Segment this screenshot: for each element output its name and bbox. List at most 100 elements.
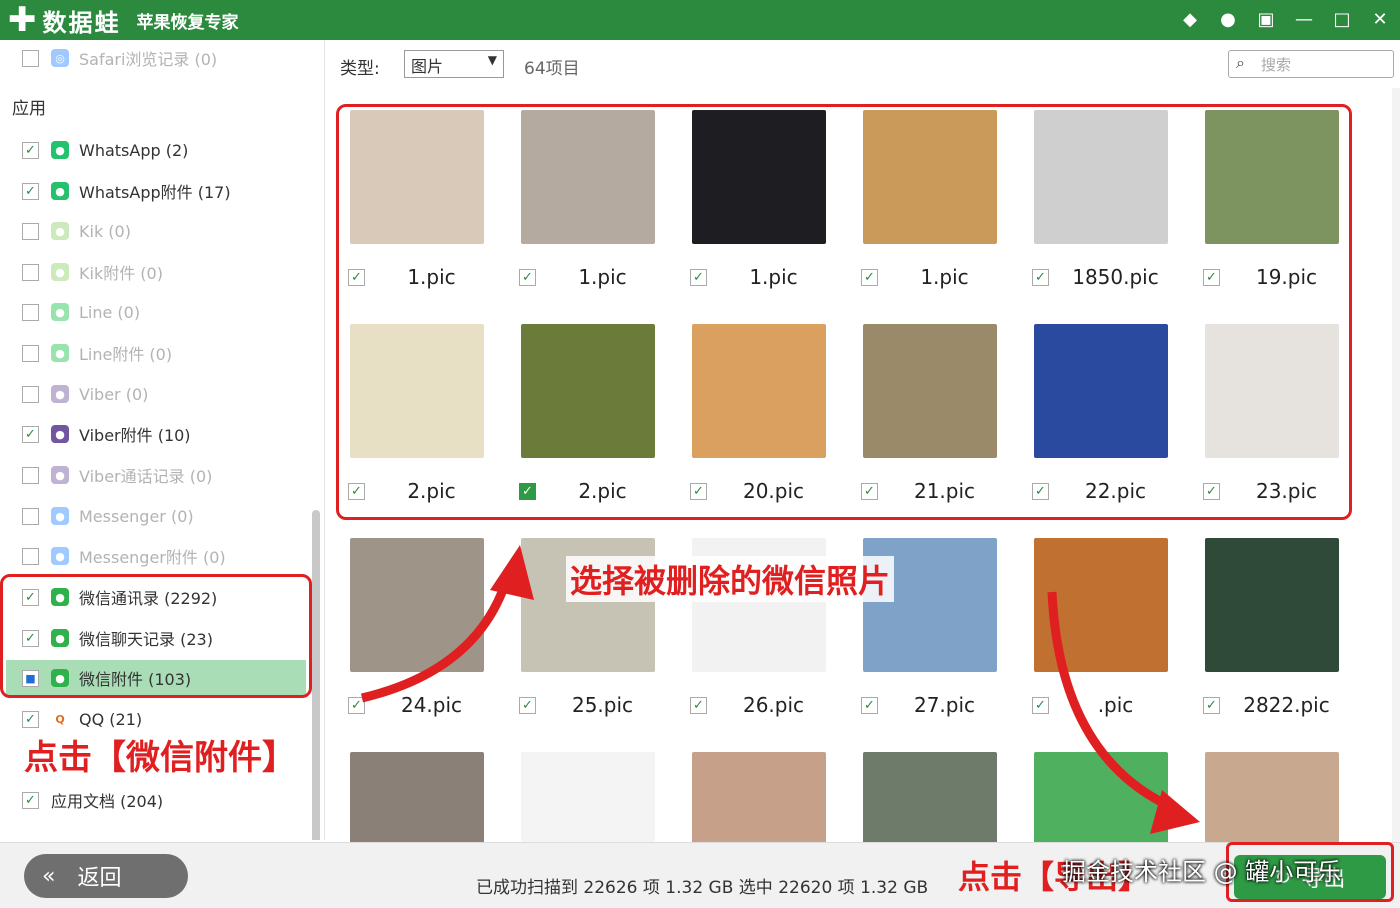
photo-item[interactable] [505, 730, 675, 842]
photo-item[interactable]: ✓ 22.pic [1018, 302, 1188, 516]
photo-thumbnail[interactable] [692, 110, 826, 244]
photo-item[interactable]: ✓ 1.pic [505, 88, 675, 302]
sidebar-item[interactable]: ● Line附件 (0) [22, 335, 172, 371]
checkbox[interactable] [22, 547, 39, 565]
photo-checkbox[interactable]: ✓ [861, 696, 878, 714]
photo-item[interactable]: ✓ 27.pic [847, 516, 1017, 730]
photo-thumbnail[interactable] [1034, 752, 1168, 842]
photo-item[interactable] [1018, 730, 1188, 842]
photo-item[interactable]: ✓ 21.pic [847, 302, 1017, 516]
photo-thumbnail[interactable] [1205, 324, 1339, 458]
photo-item[interactable] [334, 730, 504, 842]
photo-thumbnail[interactable] [350, 324, 484, 458]
grid-scrollbar[interactable] [1392, 88, 1400, 842]
checkbox[interactable] [22, 385, 39, 403]
photo-thumbnail[interactable] [863, 110, 997, 244]
photo-thumbnail[interactable] [521, 324, 655, 458]
photo-item[interactable]: ✓ 2822.pic [1189, 516, 1359, 730]
sidebar-item[interactable]: ✓ ● WhatsApp (2) [22, 132, 188, 168]
photo-item[interactable]: ✓ 20.pic [676, 302, 846, 516]
close-icon[interactable]: ✕ [1368, 0, 1392, 40]
photo-checkbox[interactable]: ✓ [519, 268, 536, 286]
photo-checkbox[interactable]: ✓ [861, 268, 878, 286]
photo-item[interactable]: ✓ .pic [1018, 516, 1188, 730]
sidebar-item[interactable]: ✓ ● 微信聊天记录 (23) [22, 620, 213, 656]
photo-thumbnail[interactable] [521, 110, 655, 244]
checkbox[interactable]: ✓ [22, 710, 39, 728]
photo-item[interactable] [676, 730, 846, 842]
sidebar-item[interactable]: ● Messenger附件 (0) [22, 538, 226, 574]
photo-item[interactable]: ✓ 24.pic [334, 516, 504, 730]
photo-checkbox[interactable]: ✓ [1032, 482, 1049, 500]
sidebar-item[interactable]: ● Line (0) [22, 294, 140, 330]
checkbox[interactable]: ✓ [22, 141, 39, 159]
sidebar-item[interactable]: ● Kik (0) [22, 213, 131, 249]
photo-thumbnail[interactable] [1034, 538, 1168, 672]
photo-checkbox[interactable]: ✓ [1203, 482, 1220, 500]
photo-item[interactable]: ✓ 26.pic [676, 516, 846, 730]
sidebar-item[interactable]: ✓ ● 微信通讯录 (2292) [22, 579, 217, 615]
photo-item[interactable]: ✓ 1.pic [847, 88, 1017, 302]
diamond-icon[interactable]: ◆ [1178, 0, 1202, 40]
photo-thumbnail[interactable] [692, 324, 826, 458]
sidebar-item-safari-history[interactable]: ◎ Safari浏览记录 (0) [22, 40, 217, 76]
photo-item[interactable]: ✓ 1.pic [676, 88, 846, 302]
photo-checkbox[interactable]: ✓ [348, 268, 365, 286]
photo-item[interactable]: ✓ 2.pic [505, 302, 675, 516]
chat-icon[interactable]: ● [1216, 0, 1240, 40]
photo-thumbnail[interactable] [1205, 752, 1339, 842]
checkbox[interactable]: ■ [22, 669, 39, 687]
checkbox[interactable] [22, 303, 39, 321]
photo-checkbox[interactable]: ✓ [861, 482, 878, 500]
photo-thumbnail[interactable] [863, 752, 997, 842]
photo-checkbox[interactable]: ✓ [519, 696, 536, 714]
photo-item[interactable] [847, 730, 1017, 842]
checkbox[interactable] [22, 344, 39, 362]
search-input[interactable]: ⌕ 搜索 [1228, 50, 1394, 78]
maximize-icon[interactable]: □ [1330, 0, 1354, 40]
photo-thumbnail[interactable] [863, 324, 997, 458]
photo-checkbox[interactable]: ✓ [1032, 268, 1049, 286]
minimize-icon[interactable]: — [1292, 0, 1316, 40]
photo-item[interactable]: ✓ 19.pic [1189, 88, 1359, 302]
photo-thumbnail[interactable] [1034, 110, 1168, 244]
sidebar-item[interactable]: ✓ ● Viber附件 (10) [22, 416, 191, 452]
sidebar-item[interactable]: ● Viber通话记录 (0) [22, 457, 212, 493]
checkbox[interactable]: ✓ [22, 629, 39, 647]
checkbox[interactable]: ✓ [22, 588, 39, 606]
photo-checkbox[interactable]: ✓ [519, 482, 536, 500]
sidebar-item[interactable]: ● Messenger (0) [22, 498, 194, 534]
checkbox[interactable]: ✓ [22, 791, 39, 809]
back-button[interactable]: « 返回 [24, 854, 188, 898]
photo-thumbnail[interactable] [1205, 538, 1339, 672]
monitor-icon[interactable]: ▣ [1254, 0, 1278, 40]
checkbox[interactable] [22, 49, 39, 67]
photo-thumbnail[interactable] [1205, 110, 1339, 244]
photo-thumbnail[interactable] [350, 110, 484, 244]
checkbox[interactable] [22, 466, 39, 484]
photo-thumbnail[interactable] [521, 752, 655, 842]
checkbox[interactable]: ✓ [22, 182, 39, 200]
sidebar-item[interactable]: ✓ ● WhatsApp附件 (17) [22, 173, 231, 209]
checkbox[interactable]: ✓ [22, 425, 39, 443]
sidebar-item[interactable]: ■ ● 微信附件 (103) [6, 660, 306, 696]
checkbox[interactable] [22, 507, 39, 525]
photo-item[interactable]: ✓ 1850.pic [1018, 88, 1188, 302]
photo-item[interactable] [1189, 730, 1359, 842]
photo-thumbnail[interactable] [1034, 324, 1168, 458]
photo-item[interactable]: ✓ 25.pic [505, 516, 675, 730]
photo-item[interactable]: ✓ 23.pic [1189, 302, 1359, 516]
photo-thumbnail[interactable] [350, 752, 484, 842]
sidebar-item[interactable]: ● Viber (0) [22, 376, 148, 412]
photo-checkbox[interactable]: ✓ [690, 268, 707, 286]
photo-checkbox[interactable]: ✓ [348, 696, 365, 714]
photo-checkbox[interactable]: ✓ [690, 482, 707, 500]
photo-item[interactable]: ✓ 2.pic [334, 302, 504, 516]
photo-thumbnail[interactable] [350, 538, 484, 672]
photo-checkbox[interactable]: ✓ [1203, 268, 1220, 286]
photo-checkbox[interactable]: ✓ [690, 696, 707, 714]
photo-checkbox[interactable]: ✓ [1203, 696, 1220, 714]
type-select[interactable]: 图片 ▼ [404, 50, 504, 78]
checkbox[interactable] [22, 222, 39, 240]
photo-checkbox[interactable]: ✓ [348, 482, 365, 500]
